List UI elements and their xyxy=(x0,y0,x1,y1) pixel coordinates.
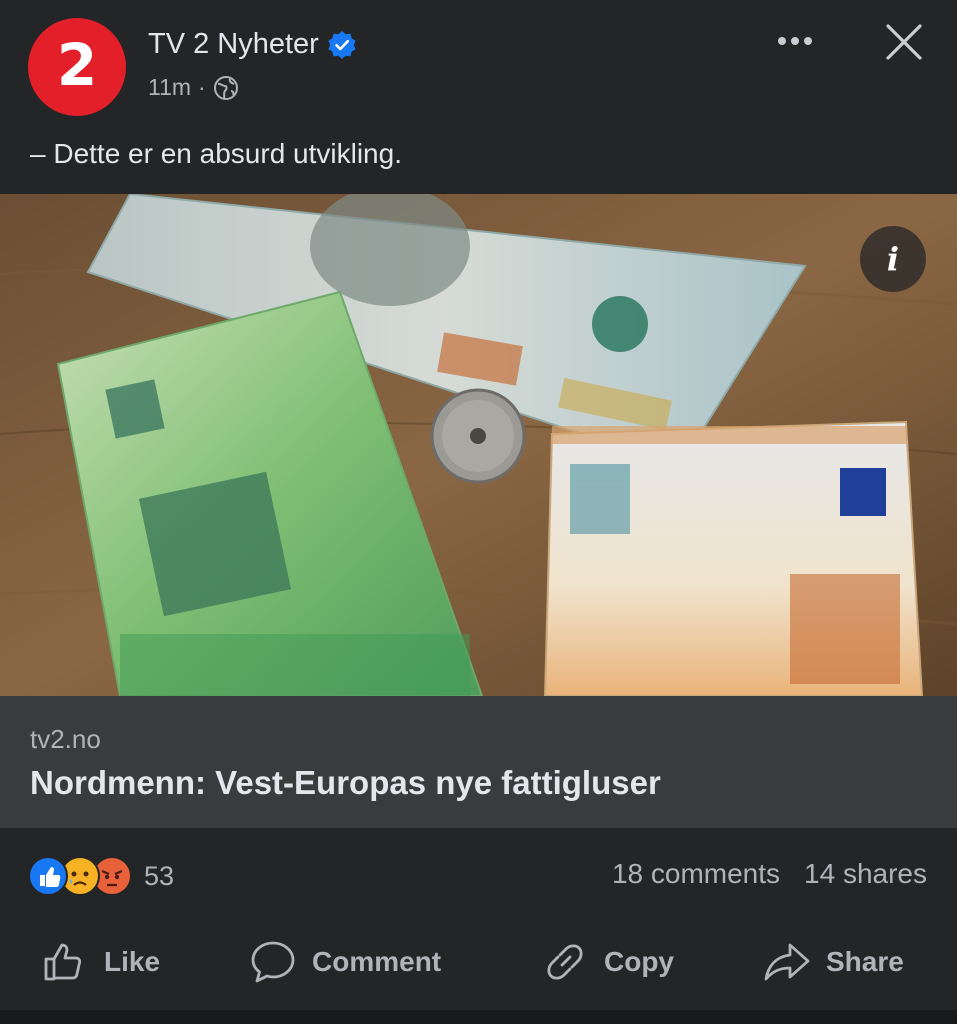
engagement-counts: 18 comments 14 shares xyxy=(612,858,927,890)
avatar-logo-text: 2 xyxy=(56,31,98,99)
like-label: Like xyxy=(104,946,161,977)
link-domain: tv2.no xyxy=(30,724,101,754)
like-icon xyxy=(44,943,82,981)
reaction-count: 53 xyxy=(144,860,175,891)
share-icon xyxy=(764,943,810,981)
like-button[interactable]: Like xyxy=(40,934,160,990)
bottom-divider xyxy=(0,1010,957,1024)
page-avatar[interactable]: 2 xyxy=(28,18,126,116)
post-time[interactable]: 11m xyxy=(148,74,191,101)
copy-button[interactable]: Copy xyxy=(540,934,674,990)
copy-label: Copy xyxy=(604,946,674,977)
comment-button[interactable]: Comment xyxy=(248,934,441,990)
info-icon: i xyxy=(886,240,900,278)
page-name[interactable]: TV 2 Nyheter xyxy=(148,28,319,61)
share-button[interactable]: Share xyxy=(762,934,904,990)
more-options-button[interactable] xyxy=(772,28,818,54)
post-meta: 11m · xyxy=(148,74,239,101)
reactions-summary[interactable]: 53 xyxy=(28,854,174,898)
meta-separator: · xyxy=(198,74,206,100)
post-text: – Dette er en absurd utvikling. xyxy=(30,138,402,169)
post-image[interactable] xyxy=(0,194,957,696)
page-name-row: TV 2 Nyheter xyxy=(148,28,357,61)
globe-icon xyxy=(213,75,238,100)
link-title[interactable]: Nordmenn: Vest-Europas nye fattigluser xyxy=(30,764,661,802)
verified-badge-icon xyxy=(328,30,356,59)
link-preview-card[interactable] xyxy=(0,696,957,828)
action-bar: Like Comment Copy Share xyxy=(0,922,957,1002)
shares-count[interactable]: 14 shares xyxy=(804,858,927,890)
more-dot-icon xyxy=(791,37,799,45)
comment-label: Comment xyxy=(312,946,442,977)
close-icon[interactable] xyxy=(884,22,924,62)
image-info-button[interactable]: i xyxy=(860,226,926,292)
more-dot-icon xyxy=(778,37,786,45)
money-photo xyxy=(0,194,957,696)
comments-count[interactable]: 18 comments xyxy=(612,858,780,890)
like-reaction-icon xyxy=(28,856,68,896)
post-header: 2 TV 2 Nyheter 11m · – Dette er en absur… xyxy=(0,0,957,192)
more-dot-icon xyxy=(804,37,812,45)
share-label: Share xyxy=(826,946,904,977)
comment-icon xyxy=(251,941,295,983)
link-icon xyxy=(547,944,583,980)
